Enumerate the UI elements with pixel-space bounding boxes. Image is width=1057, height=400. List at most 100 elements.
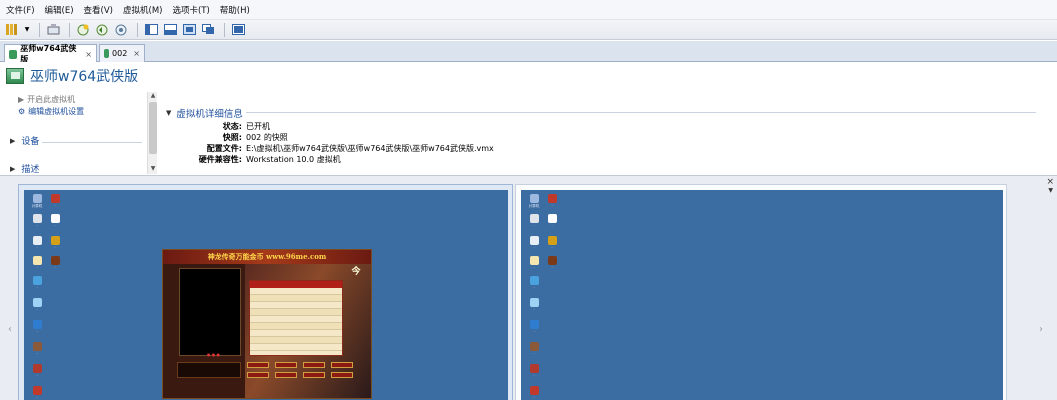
vm-thumbnail-wushi[interactable]: 计算机 · · · · · · · · · · · · · 神龙传奇万能金币 w… <box>18 184 513 400</box>
desktop-icon: · <box>525 236 543 250</box>
library-icon[interactable] <box>4 23 20 37</box>
vm-icon <box>104 49 110 58</box>
close-icon[interactable]: × <box>85 50 92 59</box>
edit-settings-command[interactable]: ⚙ 编辑虚拟机设置 <box>18 106 84 117</box>
menu-tabs[interactable]: 选项卡(T) <box>172 4 209 16</box>
game-buttons <box>247 360 357 380</box>
play-icon: ▶ <box>18 95 25 104</box>
scroll-down-icon[interactable]: ▼ <box>148 165 158 174</box>
menu-vm[interactable]: 虚拟机(M) <box>123 4 162 16</box>
snapshot-icon[interactable] <box>75 23 91 37</box>
dropdown-icon[interactable]: ▼ <box>23 23 31 37</box>
chevron-right-icon: ▶ <box>10 136 16 145</box>
menu-file[interactable]: 文件(F) <box>6 4 35 16</box>
detail-row-compatibility: 硬件兼容性: Workstation 10.0 虚拟机 <box>166 154 341 165</box>
desktop-icon: 计算机 <box>28 194 46 209</box>
power-on-command[interactable]: ▶ 开启此虚拟机 <box>18 94 75 105</box>
menu-edit[interactable]: 编辑(E) <box>45 4 74 16</box>
desktop-icon: · <box>28 342 46 356</box>
thumbnail-bar-icon[interactable] <box>230 23 246 37</box>
description-section[interactable]: ▶ 描述 <box>10 162 40 176</box>
scroll-thumb[interactable] <box>149 102 157 154</box>
desktop-icon: · <box>543 194 561 208</box>
close-icon[interactable]: × <box>1046 177 1054 187</box>
game-panel <box>179 268 241 356</box>
vm-icon <box>9 49 18 59</box>
vm-title: 巫师w764武侠版 <box>30 69 139 85</box>
fullscreen-icon[interactable] <box>181 23 197 37</box>
desktop-icon: · <box>28 256 46 270</box>
vm-desktop: 计算机 · · · · · · · · · · · · · <box>521 190 1003 400</box>
edit-settings-label: 编辑虚拟机设置 <box>28 107 85 116</box>
vm-icon <box>6 68 24 84</box>
unity-icon[interactable] <box>200 23 216 37</box>
detail-value: Workstation 10.0 虚拟机 <box>246 155 341 164</box>
toolbar-separator <box>69 22 70 37</box>
desktop-icon: · <box>543 214 561 228</box>
tab-vm-wushi[interactable]: 巫师w764武侠版 × <box>4 44 97 64</box>
desktop-icon: · <box>525 256 543 270</box>
game-dots: ● ● ● <box>207 352 221 357</box>
toolbar-separator <box>137 22 138 37</box>
desktop-icon: · <box>543 236 561 250</box>
chevron-right-icon[interactable]: › <box>1039 324 1043 335</box>
toolbar-separator <box>39 22 40 37</box>
chevron-left-icon[interactable]: ‹ <box>8 324 12 335</box>
detail-label: 配置文件: <box>206 144 242 153</box>
desktop-icon: · <box>28 320 46 334</box>
devices-label: 设备 <box>21 137 40 147</box>
toolbar-separator <box>224 22 225 37</box>
desktop-icon: · <box>525 276 543 290</box>
description-label: 描述 <box>21 165 40 175</box>
thumbnail-bar: × ▼ ‹ › 计算机 · · · · · · · · · · · · · 神龙… <box>0 175 1057 400</box>
tab-vm-002[interactable]: 002 × <box>99 44 145 62</box>
desktop-icon: · <box>28 298 46 312</box>
menu-bar: 文件(F) 编辑(E) 查看(V) 虚拟机(M) 选项卡(T) 帮助(H) <box>0 0 1057 20</box>
details-title: 虚拟机详细信息 <box>176 109 243 120</box>
commands-panel: ▶ 开启此虚拟机 ⚙ 编辑虚拟机设置 ▶ 设备 ▶ 描述 <box>0 90 158 176</box>
commands-scrollbar[interactable]: ▲ ▼ <box>147 92 157 174</box>
desktop-icon: · <box>525 364 543 378</box>
detail-row-config-file: 配置文件: E:\虚拟机\巫师w764武侠版\巫师w764武侠版\巫师w764武… <box>166 143 494 154</box>
scroll-up-icon[interactable]: ▲ <box>148 92 158 101</box>
desktop-icon: · <box>525 320 543 334</box>
divider <box>246 112 1036 113</box>
menu-view[interactable]: 查看(V) <box>84 4 113 16</box>
chevron-down-icon: ▼ <box>166 109 172 117</box>
vm-details: ▼ 虚拟机详细信息 状态: 已开机 快照: 002 的快照 配置文件: E:\虚… <box>166 106 1046 174</box>
settings-icon: ⚙ <box>18 107 26 116</box>
detail-value: E:\虚拟机\巫师w764武侠版\巫师w764武侠版\巫师w764武侠版.vmx <box>246 144 494 153</box>
game-badge: 今 <box>351 267 361 277</box>
detail-row-state: 状态: 已开机 <box>166 121 270 132</box>
details-header[interactable]: ▼ 虚拟机详细信息 <box>166 106 1046 120</box>
snapshot-manager-icon[interactable] <box>113 23 129 37</box>
detail-value: 002 的快照 <box>246 133 288 142</box>
detail-value: 已开机 <box>246 122 270 131</box>
menu-help[interactable]: 帮助(H) <box>220 4 250 16</box>
detail-label: 硬件兼容性: <box>198 155 242 164</box>
chevron-down-icon[interactable]: ▼ <box>1048 187 1053 194</box>
game-server-table <box>249 280 343 356</box>
toolbar: ▼ <box>0 20 1057 40</box>
game-footer <box>177 362 241 378</box>
revert-snapshot-icon[interactable] <box>94 23 110 37</box>
devices-section[interactable]: ▶ 设备 <box>10 134 40 148</box>
send-keys-icon[interactable] <box>45 23 61 37</box>
vm-header: 巫师w764武侠版 <box>0 62 1057 90</box>
vm-desktop: 计算机 · · · · · · · · · · · · · 神龙传奇万能金币 w… <box>24 190 508 400</box>
console-view-icon[interactable] <box>162 23 178 37</box>
desktop-icon: · <box>543 256 561 270</box>
desktop-icon: · <box>28 386 46 400</box>
tab-bar: 巫师w764武侠版 × 002 × <box>0 41 1057 64</box>
vm-thumbnail-002[interactable]: 计算机 · · · · · · · · · · · · · <box>515 184 1007 400</box>
desktop-icon: · <box>28 276 46 290</box>
close-icon[interactable]: × <box>133 49 140 58</box>
normal-view-icon[interactable] <box>143 23 159 37</box>
desktop-icon: · <box>525 386 543 400</box>
detail-label: 状态: <box>222 122 242 131</box>
desktop-icon: 计算机 <box>525 194 543 209</box>
desktop-icon: · <box>46 236 64 250</box>
desktop-icon: · <box>28 236 46 250</box>
chevron-right-icon: ▶ <box>10 164 16 173</box>
detail-label: 快照: <box>222 133 242 142</box>
